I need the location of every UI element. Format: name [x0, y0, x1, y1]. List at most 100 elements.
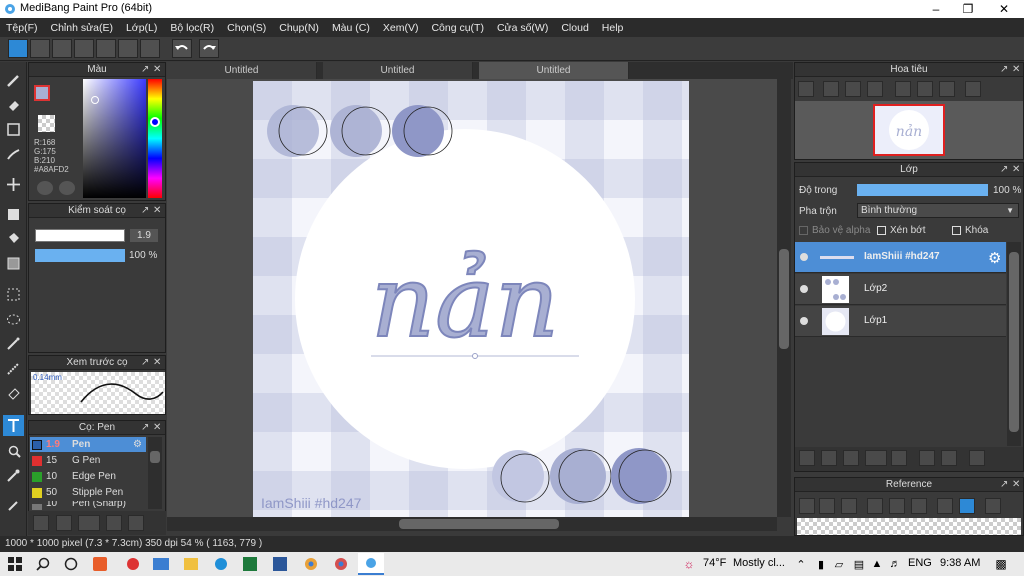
close-icon[interactable]: ✕: [1012, 63, 1020, 77]
folder-icon[interactable]: [891, 450, 907, 466]
cloud-icon[interactable]: [8, 39, 28, 58]
transparent-swatch[interactable]: [38, 115, 55, 132]
menu-cloud[interactable]: Cloud: [561, 22, 588, 34]
hand-icon[interactable]: [959, 498, 975, 514]
chrome-icon[interactable]: [302, 555, 320, 573]
move-tool[interactable]: [3, 174, 24, 195]
task-view-icon[interactable]: [62, 555, 80, 573]
brush-size-value[interactable]: 1.9: [130, 229, 158, 242]
fit-icon[interactable]: [845, 81, 861, 97]
palette-icon[interactable]: [37, 181, 53, 195]
brush-item-g-pen[interactable]: 15 G Pen: [30, 453, 146, 468]
brush-settings-icon[interactable]: [106, 515, 122, 531]
wifi-icon[interactable]: ▲: [868, 555, 886, 573]
new-halftone-layer-icon[interactable]: [821, 450, 837, 466]
lock-checkbox[interactable]: [952, 226, 961, 235]
clock[interactable]: 9:38 AM: [940, 557, 980, 569]
zoom-in-icon[interactable]: [798, 81, 814, 97]
layer-row-lop1[interactable]: Lớp1: [795, 306, 1006, 337]
powerpoint-icon[interactable]: [93, 557, 107, 571]
printer-icon[interactable]: ▤: [850, 555, 868, 573]
brush-opacity-slider[interactable]: [35, 249, 125, 262]
canvas-vertical-scrollbar[interactable]: [777, 79, 791, 517]
brush-list-scrollbar[interactable]: [148, 437, 162, 509]
undock-icon[interactable]: ↗: [1000, 163, 1008, 177]
undock-icon[interactable]: ↗: [141, 63, 149, 77]
close-image-icon[interactable]: [841, 498, 857, 514]
menu-file[interactable]: Tệp(F): [6, 22, 38, 34]
flip-icon[interactable]: [965, 81, 981, 97]
close-icon[interactable]: ✕: [153, 63, 161, 77]
gear-icon[interactable]: ⚙: [133, 437, 142, 452]
undock-icon[interactable]: ↗: [1000, 63, 1008, 77]
zoom-in-icon[interactable]: [867, 498, 883, 514]
brush-item-stipple-pen[interactable]: 50 Stipple Pen: [30, 485, 146, 500]
add-layer-dropdown-icon[interactable]: [865, 450, 887, 466]
artwork-canvas[interactable]: nản IamShiii #hd247: [253, 81, 689, 517]
zoom-plus-icon[interactable]: [823, 81, 839, 97]
edge-icon[interactable]: [212, 555, 230, 573]
visibility-icon[interactable]: [800, 253, 808, 261]
blend-mode-select[interactable]: Bình thường ▼: [857, 203, 1019, 218]
word-icon[interactable]: [273, 557, 287, 571]
navigator-viewport[interactable]: nản: [873, 104, 945, 156]
close-icon[interactable]: ✕: [153, 356, 161, 370]
undock-icon[interactable]: ↗: [1000, 478, 1008, 492]
language-indicator[interactable]: ENG: [908, 557, 932, 569]
new-layer-icon[interactable]: [799, 450, 815, 466]
eraser-tool[interactable]: [3, 94, 24, 115]
close-icon[interactable]: ✕: [1012, 478, 1020, 492]
dropper-tool[interactable]: [3, 495, 24, 516]
rotate-icon[interactable]: [895, 81, 911, 97]
visibility-icon[interactable]: [800, 285, 808, 293]
duplicate-layer-icon[interactable]: [919, 450, 935, 466]
close-icon[interactable]: ✕: [153, 204, 161, 218]
canvas-area[interactable]: nản IamShiii #hd247: [167, 79, 777, 517]
app-icon-red[interactable]: [124, 555, 142, 573]
undock-icon[interactable]: ↗: [141, 421, 149, 435]
layer-list-scrollbar[interactable]: [1007, 242, 1021, 446]
actual-size-icon[interactable]: [917, 81, 933, 97]
menu-help[interactable]: Help: [602, 22, 624, 34]
open-folder-icon[interactable]: [819, 498, 835, 514]
menu-snap[interactable]: Chụp(N): [279, 22, 319, 34]
comment-icon[interactable]: [74, 39, 94, 58]
folder-icon[interactable]: [128, 515, 144, 531]
tab-untitled-1[interactable]: Untitled: [167, 62, 317, 79]
reset-rotate-icon[interactable]: [939, 81, 955, 97]
medibang-taskbar-icon[interactable]: [358, 553, 384, 575]
gradient-tool[interactable]: [3, 253, 24, 274]
eyedropper-icon[interactable]: [937, 498, 953, 514]
search-icon[interactable]: [34, 555, 52, 573]
close-icon[interactable]: ✕: [1012, 163, 1020, 177]
reference-canvas[interactable]: [797, 518, 1021, 535]
undock-icon[interactable]: ↗: [141, 356, 149, 370]
zoom-out-icon[interactable]: [911, 498, 927, 514]
brush-item-pen-sharp[interactable]: 10 Pen (Sharp): [30, 501, 146, 510]
clipping-checkbox[interactable]: [877, 226, 886, 235]
excel-icon[interactable]: [243, 557, 257, 571]
zoom-out-icon[interactable]: [867, 81, 883, 97]
notification-icon[interactable]: ▩: [992, 555, 1010, 573]
menu-window[interactable]: Cửa số(W): [497, 22, 548, 34]
layer-row-lop2[interactable]: Lớp2: [795, 274, 1006, 305]
maximize-button[interactable]: ❐: [950, 0, 986, 18]
volume-icon[interactable]: ♬: [886, 555, 904, 573]
brush-size-slider[interactable]: [35, 229, 125, 242]
saturation-value-picker[interactable]: [83, 79, 146, 198]
magic-wand-tool[interactable]: [3, 333, 24, 354]
tab-untitled-2[interactable]: Untitled: [323, 62, 473, 79]
navigator-preview[interactable]: nản: [795, 101, 1023, 159]
hand-tool[interactable]: [3, 440, 24, 461]
trash-icon[interactable]: [969, 450, 985, 466]
minimize-button[interactable]: –: [918, 0, 954, 18]
layer-row-iamshiii[interactable]: IamShiii #hd247 ⚙: [795, 242, 1006, 273]
select-tool[interactable]: [3, 284, 24, 305]
cloud-upload-icon[interactable]: [799, 498, 815, 514]
brush-item-pen[interactable]: 1.9 Pen ⚙: [30, 437, 146, 452]
list-icon[interactable]: [118, 39, 138, 58]
text-tool[interactable]: [3, 415, 24, 436]
grid-icon[interactable]: [140, 39, 160, 58]
menu-select[interactable]: Chọn(S): [227, 22, 266, 34]
new-brush-icon[interactable]: [56, 515, 72, 531]
